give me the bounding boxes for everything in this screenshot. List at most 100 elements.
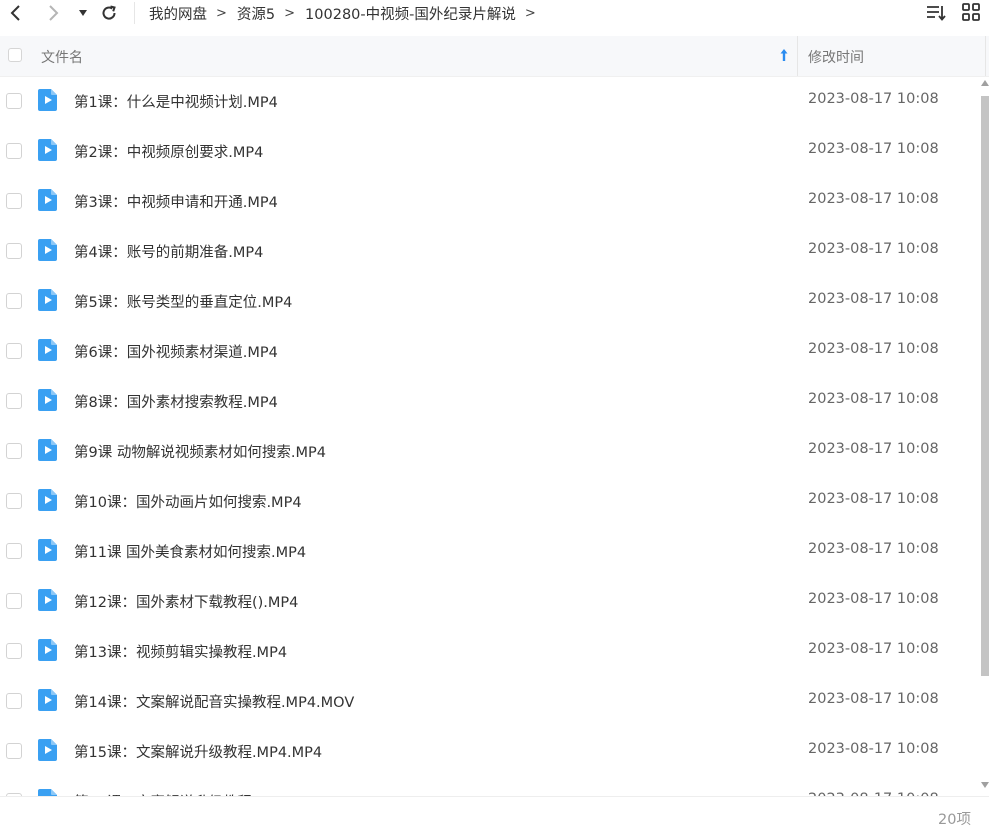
scroll-down-arrow[interactable] — [981, 782, 989, 788]
file-row-checkbox[interactable] — [6, 193, 22, 209]
chevron-right-icon — [49, 5, 59, 21]
file-name[interactable]: 第9课 动物解说视频素材如何搜索.MP4 — [74, 441, 326, 462]
file-modified-time: 2023-08-17 10:08 — [808, 641, 939, 657]
breadcrumb-separator[interactable]: > — [525, 6, 536, 21]
file-row[interactable]: 第11课 国外美食素材如何搜索.MP4 2023-08-17 10:08 — [0, 526, 981, 576]
file-modified-time: 2023-08-17 10:08 — [808, 691, 939, 707]
file-list: 第1课：什么是中视频计划.MP4 2023-08-17 10:08 第2课：中视频原… — [0, 76, 981, 796]
status-bar: 20项 — [0, 796, 989, 837]
video-file-icon — [37, 188, 59, 212]
back-button[interactable] — [3, 0, 29, 26]
file-row[interactable]: 第9课 动物解说视频素材如何搜索.MP4 2023-08-17 10:08 — [0, 426, 981, 476]
file-row[interactable]: 第8课：国外素材搜索教程.MP4 2023-08-17 10:08 — [0, 376, 981, 426]
file-name[interactable]: 第12课：国外素材下载教程().MP4 — [74, 591, 298, 612]
item-count: 20项 — [938, 812, 971, 828]
file-modified-time: 2023-08-17 10:08 — [808, 241, 939, 257]
caret-down-icon — [79, 10, 87, 16]
video-file-icon — [37, 88, 59, 112]
file-name[interactable]: 第8课：国外素材搜索教程.MP4 — [74, 391, 278, 412]
sort-ascending-button[interactable] — [779, 47, 789, 66]
file-row[interactable]: 第16课：文案解说升级教程2.MP42023-08-17 10:08 — [0, 776, 981, 796]
file-row[interactable]: 第5课：账号类型的垂直定位.MP4 2023-08-17 10:08 — [0, 276, 981, 326]
grid-view-button[interactable] — [961, 2, 981, 26]
file-row[interactable]: 第1课：什么是中视频计划.MP4 2023-08-17 10:08 — [0, 76, 981, 126]
file-modified-time: 2023-08-17 10:08 — [808, 391, 939, 407]
column-divider[interactable] — [797, 36, 798, 76]
file-row-checkbox[interactable] — [6, 93, 22, 109]
file-row[interactable]: 第13课：视频剪辑实操教程.MP4 2023-08-17 10:08 — [0, 626, 981, 676]
file-row[interactable]: 第14课：文案解说配音实操教程.MP4.MOV 2023-08-17 10:08 — [0, 676, 981, 726]
file-name[interactable]: 第15课：文案解说升级教程.MP4.MP4 — [74, 741, 322, 762]
file-row-checkbox[interactable] — [6, 143, 22, 159]
select-all-checkbox[interactable] — [8, 48, 22, 62]
file-row-checkbox[interactable] — [6, 693, 22, 709]
video-file-icon — [37, 288, 59, 312]
file-row-checkbox[interactable] — [6, 643, 22, 659]
chevron-left-icon — [10, 5, 20, 21]
breadcrumb-separator: > — [216, 5, 227, 21]
file-modified-time: 2023-08-17 10:08 — [808, 591, 939, 607]
breadcrumb-item-root[interactable]: 我的网盘 — [149, 3, 207, 24]
file-row-checkbox[interactable] — [6, 443, 22, 459]
video-file-icon — [37, 638, 59, 662]
sort-menu-button[interactable] — [925, 2, 947, 28]
file-row-checkbox[interactable] — [6, 743, 22, 759]
file-row[interactable]: 第10课：国外动画片如何搜索.MP4 2023-08-17 10:08 — [0, 476, 981, 526]
video-file-icon — [37, 788, 59, 796]
video-file-icon — [37, 138, 59, 162]
file-modified-time: 2023-08-17 10:08 — [808, 141, 939, 157]
breadcrumb-item-resource[interactable]: 资源5 — [237, 3, 275, 24]
file-name[interactable]: 第2课：中视频原创要求.MP4 — [74, 141, 263, 162]
file-row-checkbox[interactable] — [6, 493, 22, 509]
file-row-checkbox[interactable] — [6, 293, 22, 309]
file-modified-time: 2023-08-17 10:08 — [808, 741, 939, 757]
column-header-name[interactable]: 文件名 — [41, 47, 83, 67]
file-modified-time: 2023-08-17 10:08 — [808, 91, 939, 107]
breadcrumb-item-current[interactable]: 100280-中视频-国外纪录片解说 — [305, 3, 516, 24]
file-row-checkbox[interactable] — [6, 343, 22, 359]
refresh-icon — [102, 5, 116, 20]
file-row[interactable]: 第3课：中视频申请和开通.MP4 2023-08-17 10:08 — [0, 176, 981, 226]
scrollbar-thumb[interactable] — [981, 96, 989, 676]
file-row[interactable]: 第4课：账号的前期准备.MP4 2023-08-17 10:08 — [0, 226, 981, 276]
file-modified-time: 2023-08-17 10:08 — [808, 291, 939, 307]
file-name[interactable]: 第14课：文案解说配音实操教程.MP4.MOV — [74, 691, 354, 712]
breadcrumb: 我的网盘 > 资源5 > 100280-中视频-国外纪录片解说 > — [149, 0, 546, 26]
file-modified-time: 2023-08-17 10:08 — [808, 491, 939, 507]
file-name[interactable]: 第4课：账号的前期准备.MP4 — [74, 241, 263, 262]
sort-list-icon — [927, 6, 946, 21]
arrow-up-icon — [780, 49, 788, 61]
file-modified-time: 2023-08-17 10:08 — [808, 541, 939, 557]
file-modified-time: 2023-08-17 10:08 — [808, 191, 939, 207]
column-header-modified[interactable]: 修改时间 — [808, 47, 864, 67]
forward-button[interactable] — [40, 0, 66, 26]
toolbar: 我的网盘 > 资源5 > 100280-中视频-国外纪录片解说 > — [0, 0, 989, 28]
file-list-header: 文件名 修改时间 — [0, 36, 989, 77]
file-row[interactable]: 第6课：国外视频素材渠道.MP4 2023-08-17 10:08 — [0, 326, 981, 376]
file-name[interactable]: 第11课 国外美食素材如何搜索.MP4 — [74, 541, 306, 562]
scroll-up-arrow[interactable] — [981, 80, 989, 86]
file-name[interactable]: 第13课：视频剪辑实操教程.MP4 — [74, 641, 287, 662]
column-divider[interactable] — [985, 36, 986, 76]
file-row[interactable]: 第12课：国外素材下载教程().MP4 2023-08-17 10:08 — [0, 576, 981, 626]
video-file-icon — [37, 538, 59, 562]
video-file-icon — [37, 488, 59, 512]
refresh-button[interactable] — [96, 0, 122, 26]
scrollbar[interactable] — [981, 76, 989, 796]
file-name[interactable]: 第6课：国外视频素材渠道.MP4 — [74, 341, 278, 362]
file-name[interactable]: 第1课：什么是中视频计划.MP4 — [74, 91, 278, 112]
file-modified-time: 2023-08-17 10:08 — [808, 341, 939, 357]
file-name[interactable]: 第3课：中视频申请和开通.MP4 — [74, 191, 278, 212]
file-row-checkbox[interactable] — [6, 543, 22, 559]
file-row-checkbox[interactable] — [6, 243, 22, 259]
file-name[interactable]: 第5课：账号类型的垂直定位.MP4 — [74, 291, 292, 312]
grid-view-icon — [962, 3, 980, 21]
history-dropdown-button[interactable] — [74, 0, 92, 26]
video-file-icon — [37, 338, 59, 362]
file-row-checkbox[interactable] — [6, 393, 22, 409]
file-row-checkbox[interactable] — [6, 593, 22, 609]
file-row[interactable]: 第2课：中视频原创要求.MP4 2023-08-17 10:08 — [0, 126, 981, 176]
file-name[interactable]: 第10课：国外动画片如何搜索.MP4 — [74, 491, 302, 512]
file-row[interactable]: 第15课：文案解说升级教程.MP4.MP4 2023-08-17 10:08 — [0, 726, 981, 776]
file-modified-time: 2023-08-17 10:08 — [808, 441, 939, 457]
